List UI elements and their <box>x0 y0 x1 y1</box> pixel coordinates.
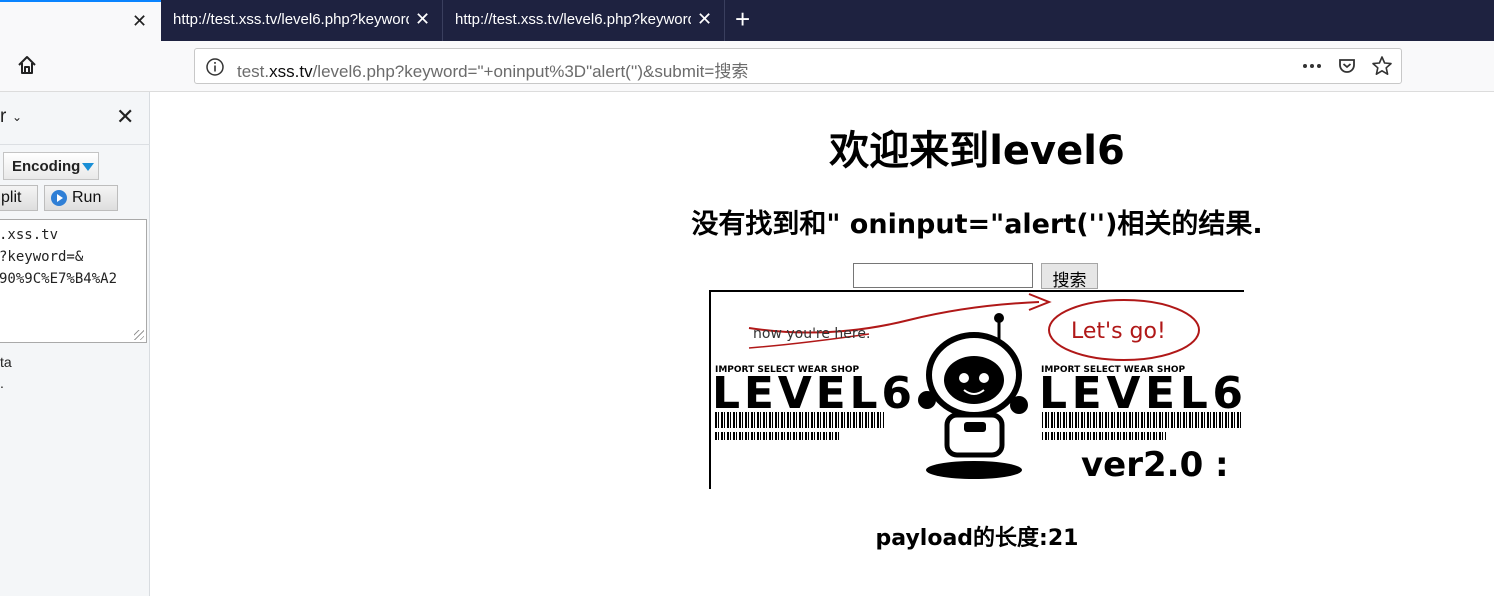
home-icon[interactable] <box>16 54 38 81</box>
resize-handle[interactable] <box>134 330 144 340</box>
tab-level6-1[interactable]: http://test.xss.tv/level6.php?keyword= ✕ <box>161 0 443 41</box>
tab-strip: ✕ http://test.xss.tv/level6.php?keyword=… <box>0 0 1494 41</box>
result-message: 没有找到和" oninput="alert('')相关的结果. <box>691 209 1263 240</box>
navigation-toolbar: test.xss.tv/level6.php?keyword="+oninput… <box>0 41 1494 92</box>
banner-level-right: LEVEL6 <box>1039 368 1243 419</box>
robot-mascot <box>918 313 1028 479</box>
url-text[interactable]: test.xss.tv/level6.php?keyword="+oninput… <box>237 57 748 82</box>
new-tab-icon[interactable]: + <box>735 5 750 33</box>
close-tab-icon[interactable]: ✕ <box>415 9 430 29</box>
tab-title: http://test.xss.tv/level6.php?keyword= <box>455 11 691 28</box>
payload-length: payload的长度:21 <box>875 526 1079 551</box>
close-tab-icon[interactable]: ✕ <box>132 11 147 31</box>
url-line: 90%9C%E7%B4%A2 <box>0 271 118 287</box>
search-button[interactable]: 搜索 <box>1041 263 1098 290</box>
banner-bubble: Let's go! <box>1071 319 1166 344</box>
page-actions-icon[interactable] <box>1301 56 1323 81</box>
page-title: 欢迎来到level6 <box>829 128 1125 174</box>
address-bar[interactable]: test.xss.tv/level6.php?keyword="+oninput… <box>194 48 1402 84</box>
tab-level6-2[interactable]: http://test.xss.tv/level6.php?keyword= ✕ <box>443 0 725 41</box>
tab-active[interactable]: ✕ <box>0 0 161 41</box>
referrer-option[interactable]: . <box>0 375 4 391</box>
pocket-icon[interactable] <box>1337 56 1357 81</box>
url-line: ?keyword=& <box>0 249 84 265</box>
url-prefix: test. <box>237 62 270 81</box>
banner-note: now you're here. <box>753 326 870 342</box>
bookmark-star-icon[interactable] <box>1371 55 1393 82</box>
keyword-input[interactable] <box>853 263 1033 288</box>
url-path: /level6.php?keyword="+oninput%3D"alert('… <box>312 62 749 81</box>
barcode-right <box>1041 412 1241 440</box>
info-icon[interactable] <box>205 57 225 82</box>
barcode-left <box>714 412 884 440</box>
url-host: xss.tv <box>269 62 313 81</box>
post-data-option[interactable]: ta <box>0 354 12 370</box>
tab-title: http://test.xss.tv/level6.php?keyword= <box>173 11 409 28</box>
banner-level-left: LEVEL6 <box>712 368 912 419</box>
close-tab-icon[interactable]: ✕ <box>697 9 712 29</box>
banner-version: ver2.0 : <box>1081 445 1229 485</box>
level-banner-image: now you're here. Let's go! IMPORT SELECT… <box>709 290 1244 489</box>
